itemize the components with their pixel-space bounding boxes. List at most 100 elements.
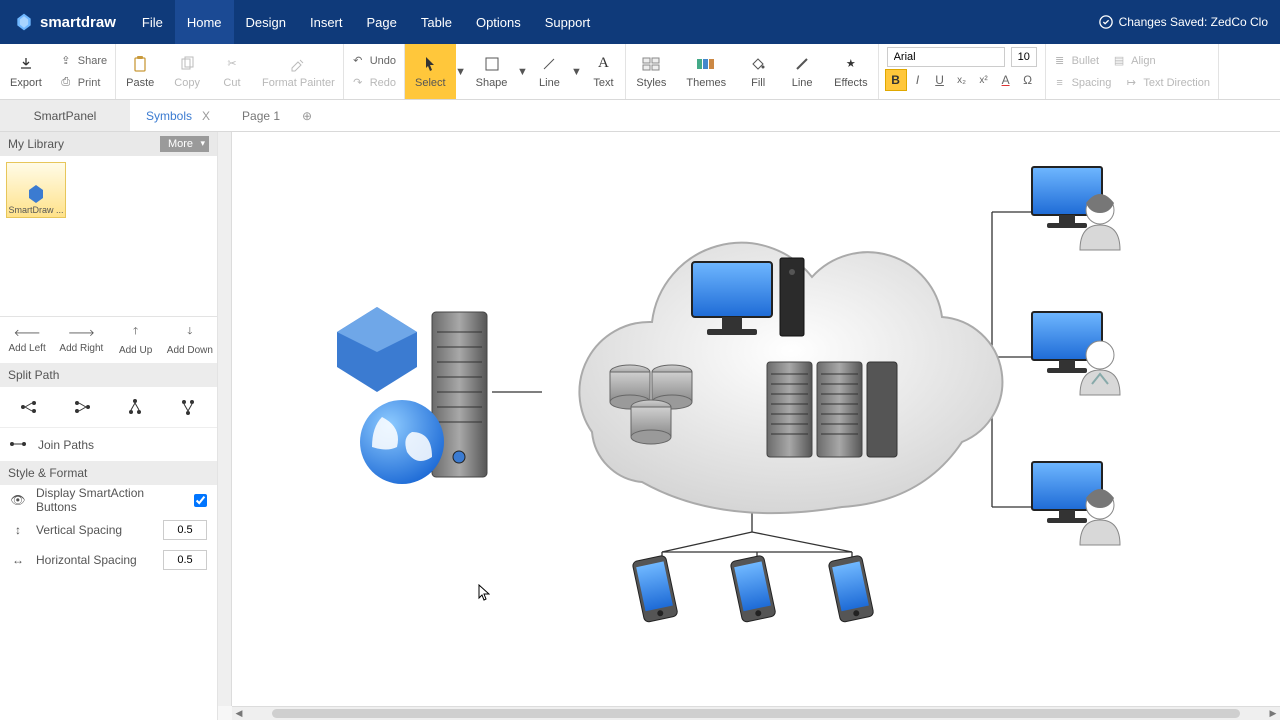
- smartpanel-tab[interactable]: SmartPanel: [0, 100, 130, 131]
- scroll-left-arrow-icon[interactable]: ◀: [232, 707, 246, 720]
- menu-page[interactable]: Page: [355, 0, 409, 44]
- shape-phone-3[interactable]: [828, 555, 874, 623]
- menu-insert[interactable]: Insert: [298, 0, 355, 44]
- star-icon: ★: [842, 55, 860, 73]
- add-right-button[interactable]: 🡒Add Right: [54, 317, 108, 363]
- canvas-area[interactable]: ◀ ▶: [218, 132, 1280, 720]
- add-direction-row: 🡐Add Left 🡒Add Right 🡑Add Up 🡓Add Down: [0, 316, 217, 363]
- align-button[interactable]: ▤Align: [1113, 50, 1155, 72]
- fill-button[interactable]: Fill: [736, 44, 780, 99]
- scrollbar-thumb[interactable]: [272, 709, 1240, 718]
- split-down-button[interactable]: [109, 393, 162, 421]
- split-right-button[interactable]: [2, 393, 55, 421]
- display-smartaction-row: 👁 Display SmartAction Buttons: [0, 485, 217, 515]
- shape-server-racks[interactable]: [767, 362, 897, 457]
- add-up-button[interactable]: 🡑Add Up: [109, 317, 163, 363]
- format-painter-button[interactable]: Format Painter: [254, 44, 343, 99]
- shape-phone-1[interactable]: [632, 555, 678, 623]
- mouse-cursor-icon: [478, 584, 490, 602]
- underline-button[interactable]: U: [929, 69, 951, 91]
- select-dropdown[interactable]: ▼: [456, 44, 466, 99]
- cut-button[interactable]: ✂ Cut: [210, 44, 254, 99]
- line-style-button[interactable]: Line: [780, 44, 824, 99]
- menu-home[interactable]: Home: [175, 0, 234, 44]
- menu-design[interactable]: Design: [234, 0, 298, 44]
- export-button[interactable]: Export: [0, 44, 52, 99]
- shape-logo[interactable]: [337, 307, 417, 392]
- text-direction-button[interactable]: ↦Text Direction: [1125, 72, 1210, 94]
- add-left-button[interactable]: 🡐Add Left: [0, 317, 54, 363]
- line-tool[interactable]: Line: [527, 44, 571, 99]
- redo-button[interactable]: ↷Redo: [352, 72, 396, 94]
- font-name-input[interactable]: [887, 47, 1005, 67]
- join-paths-button[interactable]: Join Paths: [0, 427, 217, 461]
- line-icon: [540, 55, 558, 73]
- display-smartaction-checkbox[interactable]: [194, 494, 207, 507]
- horizontal-spacing-row: ↔ Horizontal Spacing: [0, 545, 217, 575]
- select-tool[interactable]: Select: [405, 44, 456, 99]
- subscript-button[interactable]: x₂: [951, 69, 973, 91]
- clipboard-icon: [131, 55, 149, 73]
- text-direction-icon: ↦: [1125, 77, 1137, 89]
- tabbar: SmartPanel SymbolsX Page 1 ⊕: [0, 100, 1280, 132]
- arrow-left-icon: 🡐: [14, 327, 41, 339]
- bold-button[interactable]: B: [885, 69, 907, 91]
- library-item[interactable]: SmartDraw ...: [6, 162, 66, 218]
- menu-file[interactable]: File: [130, 0, 175, 44]
- themes-button[interactable]: Themes: [676, 44, 736, 99]
- library-header: My Library More: [0, 132, 217, 156]
- symbol-insert-button[interactable]: Ω: [1017, 69, 1039, 91]
- shape-user-2[interactable]: [1032, 312, 1120, 395]
- spacing-button[interactable]: ≡Spacing: [1054, 72, 1112, 94]
- horizontal-spacing-input[interactable]: [163, 550, 207, 570]
- shape-tool[interactable]: Shape: [466, 44, 518, 99]
- vertical-scroll-gutter[interactable]: [218, 132, 232, 706]
- shape-user-1[interactable]: [1032, 167, 1120, 250]
- menu-support[interactable]: Support: [533, 0, 603, 44]
- symbols-tab[interactable]: SymbolsX: [130, 100, 226, 131]
- library-more-button[interactable]: More: [160, 136, 209, 152]
- share-button[interactable]: ⇪Share: [60, 50, 107, 72]
- styles-button[interactable]: Styles: [626, 44, 676, 99]
- split-up-button[interactable]: [162, 393, 215, 421]
- effects-button[interactable]: ★ Effects: [824, 44, 877, 99]
- split-path-row: [0, 387, 217, 427]
- horizontal-scrollbar[interactable]: ◀ ▶: [232, 706, 1280, 720]
- ribbon: Export ⇪Share ⎙Print Paste Copy ✂ Cut Fo…: [0, 44, 1280, 100]
- undo-button[interactable]: ↶Undo: [352, 50, 396, 72]
- smartpanel: My Library More SmartDraw ... 🡐Add Left …: [0, 132, 218, 720]
- scroll-right-arrow-icon[interactable]: ▶: [1266, 707, 1280, 720]
- pen-icon: [793, 55, 811, 73]
- split-left-button[interactable]: [55, 393, 108, 421]
- close-icon[interactable]: X: [202, 109, 210, 123]
- paste-button[interactable]: Paste: [116, 44, 164, 99]
- cloud-diagram: [232, 132, 1280, 706]
- shape-dropdown[interactable]: ▼: [517, 44, 527, 99]
- page1-tab[interactable]: Page 1: [226, 100, 296, 131]
- menu-options[interactable]: Options: [464, 0, 533, 44]
- bullet-button[interactable]: ≣Bullet: [1054, 50, 1100, 72]
- canvas[interactable]: [232, 132, 1280, 706]
- save-status-text: Changes Saved: ZedCo Clo: [1119, 15, 1268, 29]
- print-icon: ⎙: [60, 77, 72, 89]
- superscript-button[interactable]: x²: [973, 69, 995, 91]
- font-color-button[interactable]: A: [995, 69, 1017, 91]
- shape-phone-2[interactable]: [730, 555, 776, 623]
- style-format-header: Style & Format: [0, 461, 217, 485]
- menu-table[interactable]: Table: [409, 0, 464, 44]
- paintbrush-icon: [289, 55, 307, 73]
- share-icon: ⇪: [60, 55, 72, 67]
- copy-button[interactable]: Copy: [164, 44, 210, 99]
- italic-button[interactable]: I: [907, 69, 929, 91]
- line-dropdown[interactable]: ▼: [571, 44, 581, 99]
- add-page-button[interactable]: ⊕: [296, 100, 318, 131]
- print-button[interactable]: ⎙Print: [60, 72, 107, 94]
- shape-user-3[interactable]: [1032, 462, 1120, 545]
- text-tool[interactable]: A Text: [581, 44, 625, 99]
- vertical-spacing-input[interactable]: [163, 520, 207, 540]
- shape-globe[interactable]: [360, 400, 444, 484]
- themes-icon: [697, 55, 715, 73]
- add-down-button[interactable]: 🡓Add Down: [163, 317, 217, 363]
- font-size-input[interactable]: [1011, 47, 1037, 67]
- bucket-icon: [749, 55, 767, 73]
